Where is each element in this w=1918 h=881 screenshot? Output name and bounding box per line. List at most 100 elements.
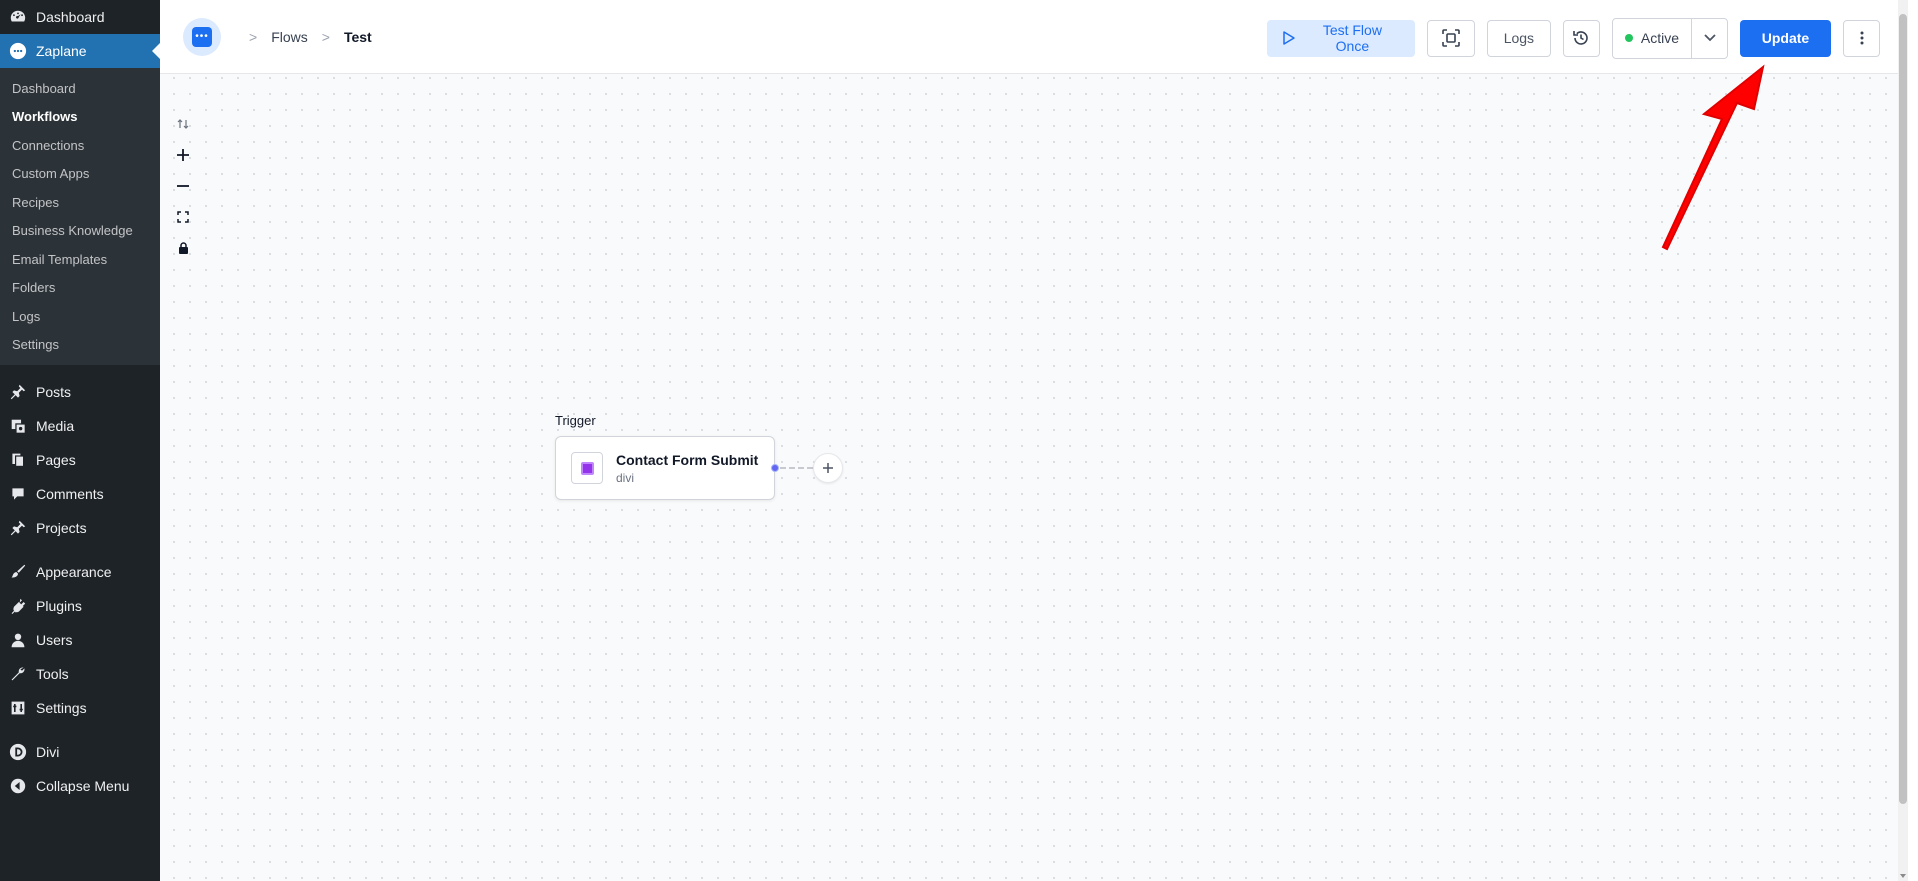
sidebar-item-dashboard[interactable]: Dashboard [0, 0, 160, 34]
sidebar-item-divi[interactable]: Divi [0, 735, 160, 769]
sidebar-item-tools[interactable]: Tools [0, 657, 160, 691]
play-icon [1282, 30, 1296, 46]
logo-mark: ••• [192, 26, 212, 47]
sort-arrows-icon [177, 118, 189, 130]
media-icon [9, 417, 27, 435]
user-icon [9, 631, 27, 649]
add-step-button[interactable] [813, 453, 843, 483]
editor-header: ••• > Flows > Test Test Flow Once Logs A… [160, 0, 1898, 74]
submenu-item-workflows[interactable]: Workflows [0, 103, 160, 132]
sidebar-item-users[interactable]: Users [0, 623, 160, 657]
chevron-right-icon: > [249, 28, 258, 45]
collapse-icon [9, 777, 27, 795]
submenu-item-logs[interactable]: Logs [0, 302, 160, 331]
sidebar-item-label: Projects [36, 520, 87, 536]
sidebar-item-posts[interactable]: Posts [0, 375, 160, 409]
node-title: Contact Form Submit [616, 451, 759, 468]
breadcrumb-flows-link[interactable]: Flows [271, 29, 308, 45]
auto-layout-button[interactable] [172, 108, 194, 139]
sidebar-item-projects[interactable]: Projects [0, 511, 160, 545]
history-icon [1572, 29, 1590, 47]
node-output-handle[interactable] [771, 464, 779, 472]
chevron-right-icon: > [321, 28, 330, 45]
logs-button[interactable]: Logs [1486, 19, 1551, 57]
trigger-node[interactable]: Contact Form Submit divi [555, 436, 775, 500]
sidebar-item-label: Users [36, 632, 73, 648]
scrollbar-thumb[interactable] [1899, 14, 1907, 804]
sidebar-item-pages[interactable]: Pages [0, 443, 160, 477]
flow-editor: ••• > Flows > Test Test Flow Once Logs A… [160, 0, 1908, 881]
sidebar-item-label: Plugins [36, 598, 82, 614]
sidebar-item-label: Collapse Menu [36, 778, 130, 794]
submenu-item-dashboard[interactable]: Dashboard [0, 74, 160, 103]
status-button[interactable]: Active [1613, 19, 1691, 58]
plugin-icon [9, 597, 27, 615]
more-options-button[interactable] [1843, 19, 1880, 57]
editor-toolbar: Test Flow Once Logs Active Update [1266, 17, 1880, 59]
submenu-item-connections[interactable]: Connections [0, 131, 160, 160]
lock-icon [178, 241, 189, 254]
minus-icon [176, 179, 190, 193]
zoom-out-button[interactable] [172, 170, 194, 201]
sidebar-item-media[interactable]: Media [0, 409, 160, 443]
breadcrumb: > Flows > Test [235, 29, 372, 45]
zaplane-submenu: Dashboard Workflows Connections Custom A… [0, 68, 160, 365]
divi-icon [9, 743, 27, 761]
submenu-item-settings[interactable]: Settings [0, 331, 160, 360]
pages-icon [9, 451, 27, 469]
node-text: Contact Form Submit divi [616, 452, 758, 485]
page-scrollbar[interactable] [1898, 0, 1908, 881]
sidebar-item-collapse-menu[interactable]: Collapse Menu [0, 769, 160, 803]
form-icon [580, 461, 594, 475]
connector-edge [780, 467, 813, 469]
dashboard-icon [9, 8, 27, 26]
pin-icon [9, 383, 27, 401]
node-subtitle: divi [616, 470, 635, 485]
submenu-item-folders[interactable]: Folders [0, 274, 160, 303]
submenu-item-recipes[interactable]: Recipes [0, 188, 160, 217]
zoom-in-button[interactable] [172, 139, 194, 170]
sidebar-item-comments[interactable]: Comments [0, 477, 160, 511]
submenu-item-email-templates[interactable]: Email Templates [0, 245, 160, 274]
update-button[interactable]: Update [1740, 19, 1831, 57]
lock-canvas-button[interactable] [172, 232, 194, 263]
comment-icon [9, 485, 27, 503]
wrench-icon [9, 665, 27, 683]
chevron-down-icon [1703, 33, 1717, 43]
sidebar-item-appearance[interactable]: Appearance [0, 555, 160, 589]
fit-view-button[interactable] [172, 201, 194, 232]
sidebar-item-plugins[interactable]: Plugins [0, 589, 160, 623]
breadcrumb-current: Test [343, 28, 372, 45]
fullscreen-icon [177, 210, 189, 223]
submenu-item-business-knowledge[interactable]: Business Knowledge [0, 217, 160, 246]
sidebar-item-label: Appearance [36, 564, 112, 580]
scroll-down-arrow-icon[interactable] [1900, 874, 1906, 878]
status-dot-icon [1624, 34, 1633, 42]
sidebar-item-label: Comments [36, 486, 104, 502]
sidebar-item-label: Divi [36, 744, 60, 760]
plus-icon [822, 462, 834, 474]
test-flow-once-button[interactable]: Test Flow Once [1266, 19, 1415, 57]
trigger-label: Trigger [555, 413, 596, 428]
submenu-item-custom-apps[interactable]: Custom Apps [0, 160, 160, 189]
status-dropdown-toggle[interactable] [1691, 18, 1727, 58]
sidebar-item-label: Tools [36, 666, 69, 682]
app-logo[interactable]: ••• [183, 17, 221, 56]
sidebar-item-settings[interactable]: Settings [0, 691, 160, 725]
sidebar-item-zaplane[interactable]: Zaplane [0, 34, 160, 68]
sidebar-item-label: Zaplane [36, 43, 87, 59]
brush-icon [9, 563, 27, 581]
plus-icon [176, 148, 190, 162]
divi-app-icon [571, 452, 603, 484]
sidebar-item-label: Dashboard [36, 9, 105, 25]
screenshot-button[interactable] [1426, 19, 1475, 57]
status-label: Active [1640, 30, 1679, 46]
status-selector: Active [1611, 17, 1728, 59]
pin-icon [9, 519, 27, 537]
admin-sidebar: Dashboard Zaplane Dashboard Workflows Co… [0, 0, 160, 881]
canvas-controls [172, 108, 194, 263]
history-button[interactable] [1562, 19, 1600, 57]
sidebar-item-label: Posts [36, 384, 72, 400]
